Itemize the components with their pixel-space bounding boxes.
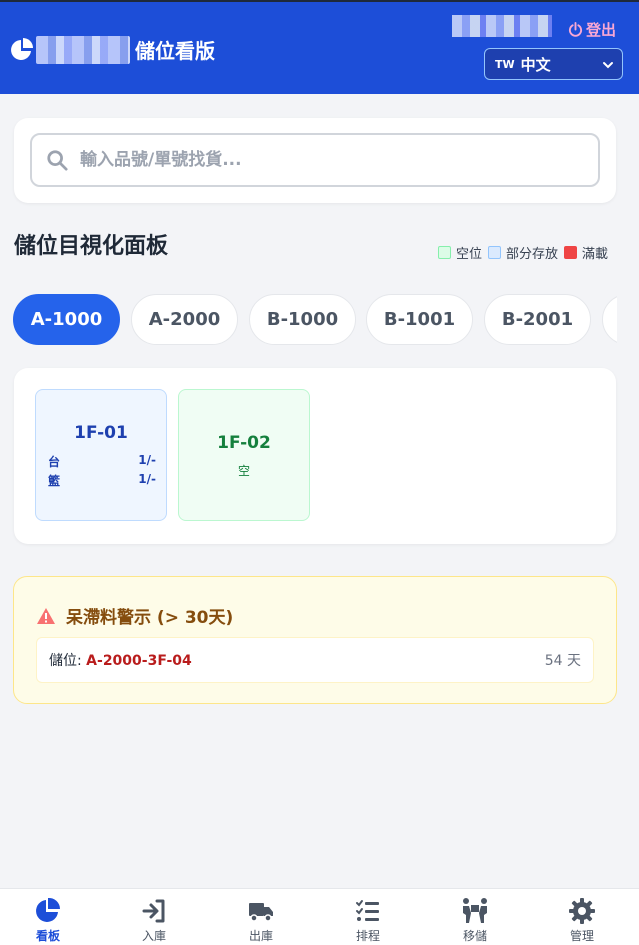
tab-b-1000[interactable]: B-1000 bbox=[249, 294, 356, 345]
legend-label-partial: 部分存放 bbox=[506, 247, 559, 262]
page-title: 儲位看版 bbox=[135, 39, 215, 63]
legend: 空位 部分存放 滿載 bbox=[438, 243, 614, 262]
slot-code: 1F-01 bbox=[74, 423, 128, 443]
alert-item-location: A-2000-3F-04 bbox=[86, 653, 192, 669]
slot-row-label: 籃 bbox=[48, 474, 61, 488]
search-icon bbox=[47, 150, 68, 171]
nav-label: 管理 bbox=[569, 929, 594, 943]
search-box[interactable] bbox=[30, 133, 600, 187]
legend-label-full: 滿載 bbox=[582, 247, 609, 262]
legend-swatch-full bbox=[564, 246, 578, 259]
nav-item-outbound[interactable]: 出庫 bbox=[208, 897, 314, 944]
people-carry-icon bbox=[463, 898, 487, 923]
user-name-redacted bbox=[452, 15, 552, 37]
pie-chart-icon bbox=[11, 38, 33, 60]
nav-item-relocate[interactable]: 移儲 bbox=[422, 897, 528, 944]
power-icon bbox=[568, 22, 583, 37]
app-header: 儲位看版 登出 TW 中文 bbox=[0, 0, 639, 94]
alert-header: 呆滯料警示 (> 30天) bbox=[36, 603, 233, 628]
slot-row-value: 1/- bbox=[138, 453, 156, 467]
legend-item-full: 滿載 bbox=[564, 243, 608, 262]
stale-stock-alert: 呆滯料警示 (> 30天) 儲位: A-2000-3F-04 54 天 bbox=[13, 576, 617, 704]
slot-row-label: 台 bbox=[48, 455, 61, 469]
nav-label: 入庫 bbox=[141, 929, 166, 943]
area-tabs: A-1000 A-2000 B-1000 B-1001 B-2001 bbox=[13, 294, 617, 346]
tab-b-2001[interactable]: B-2001 bbox=[484, 294, 591, 345]
language-label: 中文 bbox=[520, 55, 551, 74]
legend-label-empty: 空位 bbox=[456, 247, 483, 262]
legend-swatch-partial bbox=[488, 246, 502, 259]
search-input[interactable] bbox=[80, 150, 560, 170]
alert-title: 呆滯料警示 (> 30天) bbox=[66, 608, 234, 628]
warning-icon bbox=[37, 607, 55, 624]
truck-icon bbox=[249, 903, 273, 922]
nav-item-admin[interactable]: 管理 bbox=[529, 897, 635, 944]
slot-grid-card: 1F-01 台 1/- 籃 1/- 1F-02 空 bbox=[14, 368, 616, 544]
language-flag: TW bbox=[495, 57, 515, 71]
slot-row-value: 1/- bbox=[138, 472, 156, 486]
brand-name-redacted bbox=[36, 36, 130, 64]
nav-item-schedule[interactable]: 排程 bbox=[315, 897, 421, 944]
logout-button[interactable]: 登出 bbox=[568, 19, 616, 40]
tab-more-partial[interactable] bbox=[602, 294, 617, 345]
alert-item-days: 54 天 bbox=[544, 653, 581, 669]
alert-item-label: 儲位: bbox=[49, 653, 82, 669]
slot-1f-01[interactable]: 1F-01 台 1/- 籃 1/- bbox=[35, 389, 167, 521]
slot-row-basket: 籃 1/- bbox=[48, 472, 156, 489]
legend-item-partial: 部分存放 bbox=[488, 243, 558, 262]
chevron-down-icon bbox=[603, 62, 613, 69]
tab-a-1000[interactable]: A-1000 bbox=[13, 294, 120, 345]
legend-item-empty: 空位 bbox=[438, 243, 482, 262]
sign-in-icon bbox=[142, 899, 165, 923]
nav-label: 出庫 bbox=[248, 929, 273, 943]
nav-item-dashboard[interactable]: 看板 bbox=[0, 897, 101, 944]
nav-item-inbound[interactable]: 入庫 bbox=[101, 897, 207, 944]
search-card bbox=[14, 118, 616, 203]
legend-swatch-empty bbox=[438, 246, 451, 259]
nav-label: 排程 bbox=[355, 929, 380, 943]
nav-label: 看板 bbox=[35, 929, 60, 943]
tab-a-2000[interactable]: A-2000 bbox=[131, 294, 238, 345]
slot-1f-02[interactable]: 1F-02 空 bbox=[178, 389, 310, 521]
logout-label: 登出 bbox=[586, 21, 617, 39]
pie-chart-icon bbox=[36, 897, 61, 922]
language-select[interactable]: TW 中文 bbox=[484, 48, 623, 80]
gear-icon bbox=[569, 898, 595, 924]
task-list-icon bbox=[356, 900, 379, 921]
alert-item[interactable]: 儲位: A-2000-3F-04 54 天 bbox=[36, 637, 594, 683]
slot-status: 空 bbox=[237, 464, 250, 478]
slot-code: 1F-02 bbox=[217, 433, 271, 453]
board-title: 儲位目視化面板 bbox=[14, 234, 169, 259]
tab-b-1001[interactable]: B-1001 bbox=[366, 294, 473, 345]
slot-row-pallet: 台 1/- bbox=[48, 453, 156, 470]
bottom-nav: 看板 入庫 出庫 排程 移儲 管理 bbox=[0, 888, 639, 945]
nav-label: 移儲 bbox=[462, 929, 487, 943]
